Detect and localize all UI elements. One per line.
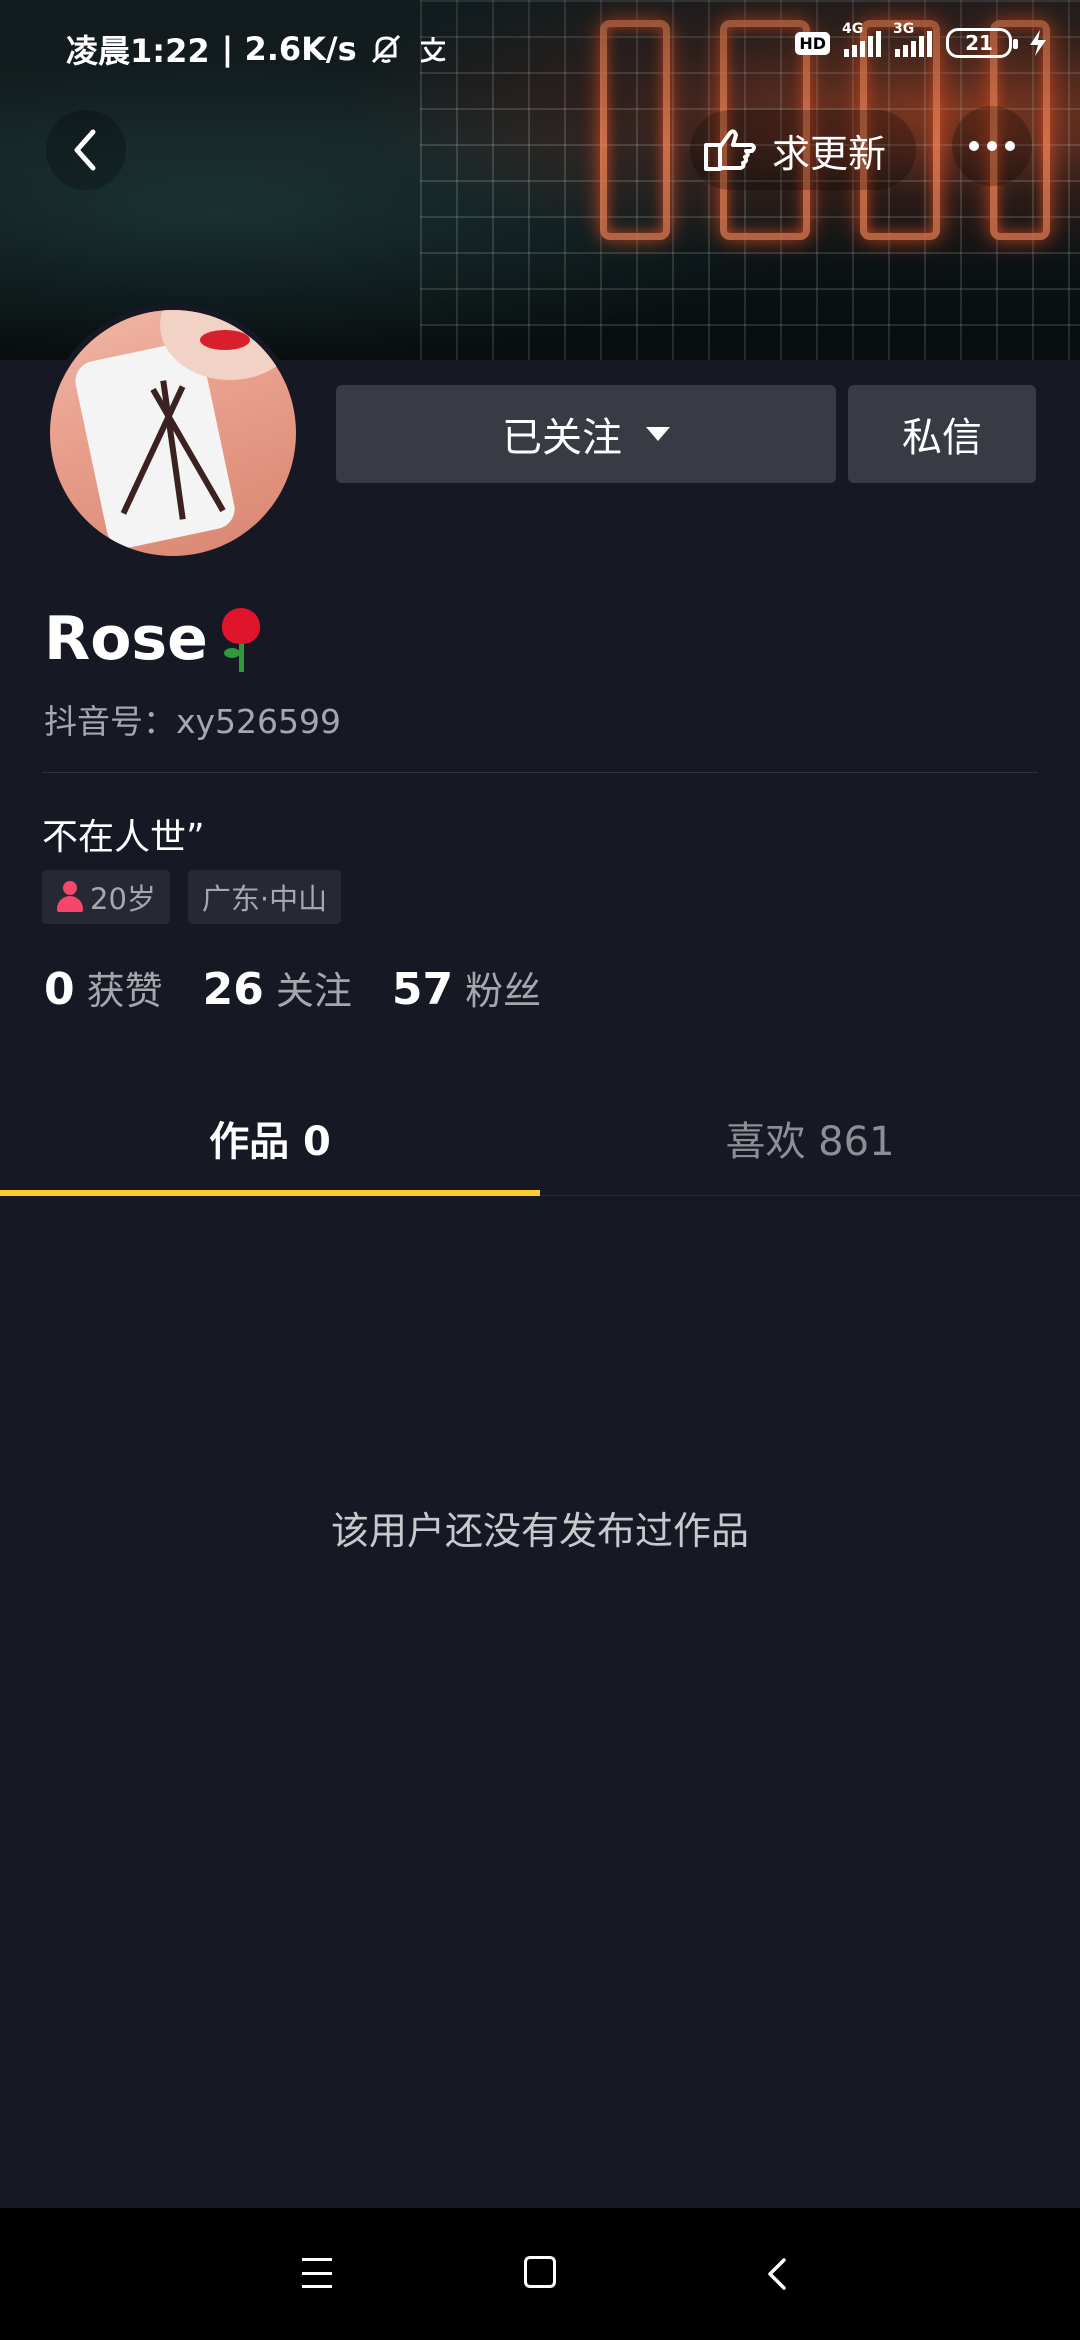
age-tag: 20岁 <box>42 870 170 924</box>
status-speed: | 2.6K/s <box>221 30 357 68</box>
stat-likes-value: 0 <box>44 964 75 1015</box>
profile-screen: 凌晨1:22 | 2.6K/s HD 4G 3G 21 求更新 已关注 私信 R… <box>0 0 1080 2340</box>
stat-followers-label: 粉丝 <box>465 969 542 1013</box>
profile-tags: 20岁 广东·中山 <box>42 870 342 924</box>
charging-icon <box>1030 30 1046 56</box>
hd-badge: HD <box>795 31 830 55</box>
system-nav-bar <box>0 2208 1080 2340</box>
profile-name-text: Rose <box>44 604 208 674</box>
home-icon[interactable] <box>524 2256 556 2288</box>
app-notification-icon <box>420 37 446 63</box>
tab-works[interactable]: 作品 0 <box>0 1080 540 1196</box>
followed-label: 已关注 <box>502 415 622 461</box>
rose-emoji-icon <box>214 604 268 674</box>
menu-icon[interactable] <box>302 2258 332 2288</box>
profile-stats: 0 获赞 26 关注 57 粉丝 <box>44 960 541 1015</box>
avatar-image <box>50 310 296 556</box>
stat-likes: 0 获赞 <box>44 960 163 1015</box>
divider <box>42 772 1038 773</box>
location-tag-label: 广东·中山 <box>201 882 328 916</box>
battery-icon: 21 <box>946 28 1018 58</box>
stat-likes-label: 获赞 <box>86 969 163 1013</box>
stat-following-value: 26 <box>202 964 264 1015</box>
more-dot <box>969 141 979 151</box>
request-update-label: 求更新 <box>772 131 887 176</box>
request-update-button[interactable]: 求更新 <box>690 110 917 190</box>
followed-button[interactable]: 已关注 <box>336 385 836 483</box>
stat-followers-value: 57 <box>391 964 454 1015</box>
more-dot <box>987 141 997 151</box>
location-tag: 广东·中山 <box>187 870 342 924</box>
profile-name: Rose <box>44 604 268 674</box>
status-right: HD 4G 3G 21 <box>795 21 1050 58</box>
female-icon <box>56 881 84 913</box>
age-tag-label: 20岁 <box>90 882 156 916</box>
status-time: 凌晨1:22 <box>66 32 210 70</box>
signal-3g-icon: 3G <box>893 21 932 57</box>
back-icon[interactable] <box>760 2256 796 2292</box>
more-dot <box>1005 141 1015 151</box>
bell-off-icon <box>371 34 400 64</box>
profile-bio: 不在人世” <box>42 817 205 858</box>
stat-followers[interactable]: 57 粉丝 <box>392 960 541 1015</box>
back-button[interactable] <box>46 110 126 190</box>
dropdown-triangle-icon <box>646 427 670 441</box>
message-label: 私信 <box>902 415 982 461</box>
back-arrow-icon <box>74 129 96 171</box>
battery-level: 21 <box>965 31 993 55</box>
signal-4g-label: 4G <box>842 21 864 37</box>
signal-4g-icon: 4G <box>842 21 881 57</box>
stat-following[interactable]: 26 关注 <box>203 960 352 1015</box>
message-button[interactable]: 私信 <box>848 385 1036 483</box>
pointing-hand-icon <box>704 129 756 171</box>
status-left: 凌晨1:22 | 2.6K/s <box>66 26 451 72</box>
avatar[interactable] <box>44 304 302 562</box>
signal-3g-label: 3G <box>893 21 915 37</box>
stat-following-label: 关注 <box>275 969 352 1013</box>
tab-likes[interactable]: 喜欢 861 <box>540 1080 1080 1196</box>
empty-works-message: 该用户还没有发布过作品 <box>330 1509 749 1553</box>
douyin-id[interactable]: 抖音号：xy526599 <box>44 695 341 743</box>
status-bar: 凌晨1:22 | 2.6K/s HD 4G 3G 21 <box>0 0 1080 90</box>
more-button[interactable] <box>952 106 1032 186</box>
content-tabs: 作品 0 喜欢 861 <box>0 1080 1080 1196</box>
